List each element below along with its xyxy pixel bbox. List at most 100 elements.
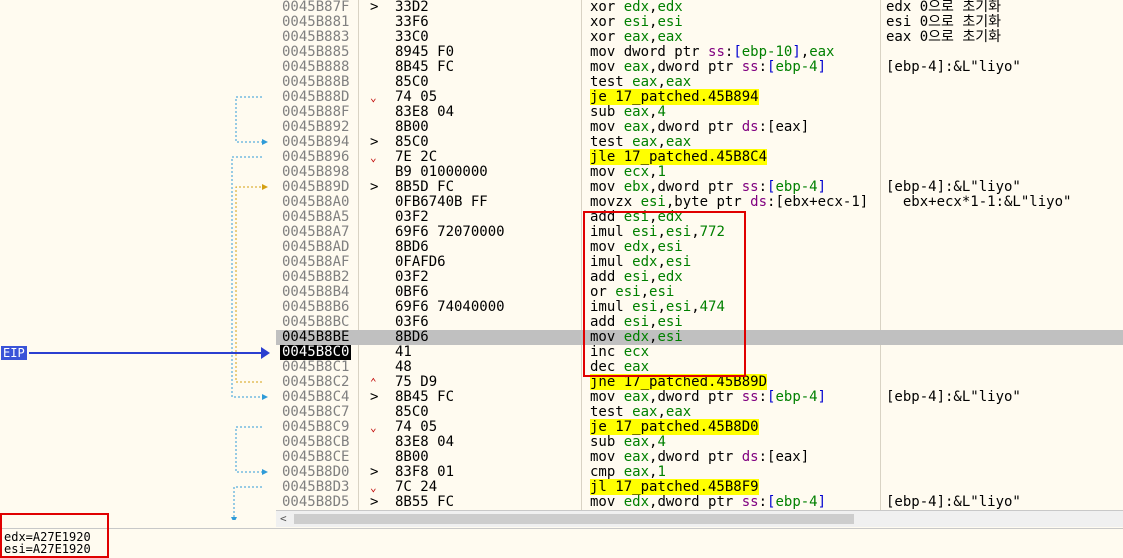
instruction-bytes: 0FB6740B FF <box>395 194 488 210</box>
disasm-token: sub <box>590 104 624 120</box>
instruction-row[interactable]: 0045B8C4 >8B45 FC mov eax,dword ptr ss:[eb… <box>276 390 1123 405</box>
eip-arrow-line <box>29 352 262 354</box>
instruction-row[interactable]: 0045B8D5 >8B55 FC mov edx,dword ptr ss:[eb… <box>276 495 1123 510</box>
disasm-token: ,dword ptr <box>649 179 742 195</box>
instruction-disassembly: mov eax,dword ptr ds:[eax] <box>590 450 809 465</box>
instruction-bytes: 69F6 72070000 <box>395 224 505 240</box>
instruction-comment: [ebp-4]:&L"liyo" <box>886 179 1021 195</box>
instruction-row[interactable]: 0045B898 B9 01000000 mov ecx,1 <box>276 165 1123 180</box>
instruction-row[interactable]: 0045B892 8B00 mov eax,dword ptr ds:[eax] <box>276 120 1123 135</box>
disasm-token: test <box>590 404 633 420</box>
instruction-row[interactable]: 0045B883 33C0 xor eax,eax eax 0으로 초기화 <box>276 30 1123 45</box>
instruction-address: 0045B8A0 <box>282 194 350 210</box>
instruction-disassembly: test eax,eax <box>590 135 691 150</box>
horizontal-scrollbar[interactable]: < <box>276 510 1123 527</box>
disasm-token: edx <box>657 0 683 15</box>
scroll-left-icon[interactable]: < <box>280 512 287 525</box>
disasm-token: : <box>758 59 768 75</box>
disasm-token: ,dword ptr <box>649 59 742 75</box>
instruction-row[interactable]: 0045B87F >33D2 xor edx,edx edx 0으로 초기화 <box>276 0 1123 15</box>
disasm-token: eax <box>632 134 658 150</box>
disasm-token: ] <box>792 44 801 60</box>
instruction-comment: [ebp-4]:&L"liyo" <box>886 59 1021 75</box>
disasm-token: ebp-4 <box>775 59 818 75</box>
jump-target-marker-icon: > <box>370 0 379 15</box>
instruction-address: 0045B89D <box>282 179 350 195</box>
instruction-address: 0045B88D <box>282 89 350 105</box>
instruction-row[interactable]: 0045B894 >85C0 test eax,eax <box>276 135 1123 150</box>
instruction-disassembly: cmp eax,1 <box>590 465 666 480</box>
instruction-row[interactable]: 0045B8D0 >83F8 01 cmp eax,1 <box>276 465 1123 480</box>
instruction-row[interactable]: 0045B8D3 ⌄ 7C 24 jl 17_patched.45B8F9 <box>276 479 1123 495</box>
disasm-token: mov dword ptr <box>590 44 709 60</box>
instruction-row[interactable]: 0045B896 ⌄ 7E 2C jle 17_patched.45B8C4 <box>276 149 1123 165</box>
jump-arrow-jle-45B8C4 <box>231 156 262 398</box>
disasm-token: ds <box>750 194 768 210</box>
instruction-address: 0045B881 <box>282 14 350 30</box>
disasm-token: ds <box>741 119 759 135</box>
instruction-bytes: 83E8 04 <box>395 434 455 450</box>
disasm-token: eax <box>809 44 835 60</box>
disasm-token: movzx <box>590 194 641 210</box>
instruction-row[interactable]: 0045B885 8945 F0 mov dword ptr ss:[ebp-10]… <box>276 45 1123 60</box>
instruction-row[interactable]: 0045B881 33F6 xor esi,esi esi 0으로 초기화 <box>276 15 1123 30</box>
instruction-row[interactable]: 0045B8A0 0FB6740B FF movzx esi,byte ptr ds… <box>276 195 1123 210</box>
instruction-bytes: 74 05 <box>395 89 438 105</box>
instruction-address: 0045B8B6 <box>282 299 350 315</box>
info-pane: edx=A27E1920 esi=A27E1920 <box>0 513 1123 558</box>
disasm-token: ss <box>741 494 759 510</box>
disasm-token: eax <box>623 59 650 75</box>
instruction-disassembly: je 17_patched.45B894 <box>590 89 759 105</box>
disasm-token: ebp-4 <box>775 389 818 405</box>
instruction-disassembly: xor edx,edx <box>590 0 683 15</box>
instruction-address: 0045B8C4 <box>282 389 350 405</box>
instruction-row[interactable]: 0045B89D >8B5D FC mov ebx,dword ptr ss:[eb… <box>276 180 1123 195</box>
disasm-token: edx <box>623 494 650 510</box>
instruction-disassembly: test eax,eax <box>590 405 691 420</box>
disasm-token: : <box>758 494 768 510</box>
disasm-token: 4 <box>657 104 666 120</box>
instruction-address: 0045B8B2 <box>282 269 350 285</box>
disasm-token: je 17_patched.45B894 <box>590 89 759 105</box>
disasm-token: test <box>590 134 633 150</box>
instruction-disassembly: jl 17_patched.45B8F9 <box>590 479 759 495</box>
instruction-row[interactable]: 0045B88D ⌄ 74 05 je 17_patched.45B894 <box>276 89 1123 105</box>
disasm-token: :[ebx+ecx-1] <box>767 194 869 210</box>
instruction-bytes: 33C0 <box>395 29 429 45</box>
instruction-disassembly: je 17_patched.45B8D0 <box>590 419 759 435</box>
disasm-token: edx <box>623 0 650 15</box>
disasm-token: eax <box>657 29 683 45</box>
disasm-token: , <box>657 134 666 150</box>
instruction-row[interactable]: 0045B8C2 ⌃ 75 D9 jne 17_patched.45B89D <box>276 374 1123 390</box>
instruction-row[interactable]: 0045B8C9 ⌄ 74 05 je 17_patched.45B8D0 <box>276 419 1123 435</box>
instruction-bytes: 8B00 <box>395 449 429 465</box>
instruction-row[interactable]: 0045B8CB 83E8 04 sub eax,4 <box>276 435 1123 450</box>
instruction-bytes: 85C0 <box>395 404 429 420</box>
instruction-bytes: 69F6 74040000 <box>395 299 505 315</box>
instruction-bytes: 75 D9 <box>395 374 438 390</box>
disasm-token: eax <box>623 464 650 480</box>
disasm-token: ds <box>741 449 759 465</box>
instruction-row[interactable]: 0045B8CE 8B00 mov eax,dword ptr ds:[eax] <box>276 450 1123 465</box>
jump-down-marker-icon: ⌄ <box>370 151 377 164</box>
disasm-token: jle 17_patched.45B8C4 <box>590 149 768 165</box>
instruction-address: 0045B8C1 <box>282 359 350 375</box>
instruction-address: 0045B8A7 <box>282 224 350 240</box>
jump-arrows-gutter <box>0 0 276 520</box>
disasm-token: ] <box>817 59 827 75</box>
instruction-address: 0045B8BE <box>282 329 350 345</box>
disasm-token: eax <box>632 404 658 420</box>
disassembly-listing[interactable]: 0045B87F >33D2 xor edx,edx edx 0으로 초기화 0045B… <box>276 0 1123 510</box>
scrollbar-thumb[interactable] <box>294 514 854 524</box>
instruction-row[interactable]: 0045B88F 83E8 04 sub eax,4 <box>276 105 1123 120</box>
jump-down-marker-icon: ⌄ <box>370 481 377 494</box>
jump-target-marker-icon: > <box>370 389 379 405</box>
instruction-bytes: 74 05 <box>395 419 438 435</box>
instruction-row[interactable]: 0045B8C7 85C0 test eax,eax <box>276 405 1123 420</box>
instruction-bytes: 8B00 <box>395 119 429 135</box>
instruction-address: 0045B8C9 <box>282 419 350 435</box>
instruction-bytes: 0FAFD6 <box>395 254 446 270</box>
instruction-row[interactable]: 0045B888 8B45 FC mov eax,dword ptr ss:[ebp… <box>276 60 1123 75</box>
instruction-row[interactable]: 0045B88B 85C0 test eax,eax <box>276 75 1123 90</box>
disasm-token: mov <box>590 494 624 510</box>
